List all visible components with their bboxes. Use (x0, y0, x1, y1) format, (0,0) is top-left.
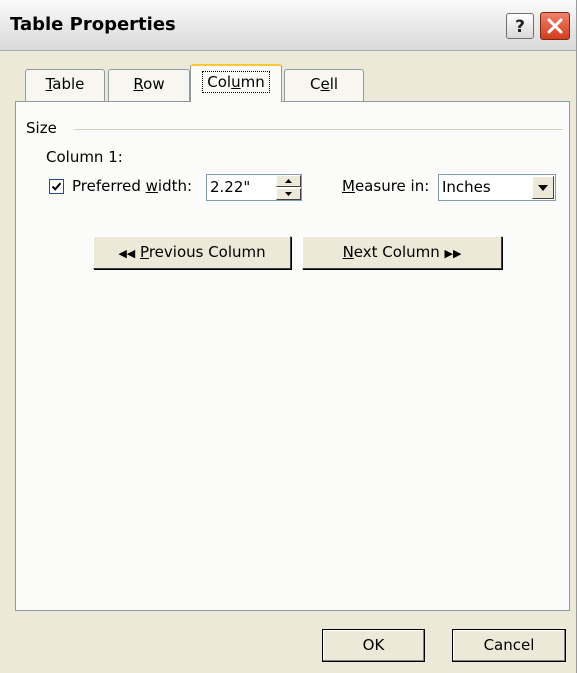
next-column-label: Next Column (342, 243, 440, 261)
previous-column-button[interactable]: ◀◀ Previous Column (93, 236, 291, 269)
tab-cell-mnemonic: e (320, 75, 330, 93)
tab-column-label-b: mn (240, 73, 265, 91)
preferred-width-input[interactable]: 2.22" (206, 174, 302, 201)
window-title: Table Properties (10, 14, 176, 35)
size-group-label: Size (26, 119, 57, 137)
question-mark-icon: ? (515, 17, 525, 37)
measure-in-value: Inches (442, 178, 491, 196)
title-bar[interactable]: Table Properties ? (0, 0, 577, 51)
help-button[interactable]: ? (506, 13, 534, 39)
tab-column-mnemonic: u (231, 73, 241, 91)
previous-column-label: Previous Column (140, 243, 266, 261)
measure-in-dropdown[interactable]: Inches (438, 174, 556, 201)
preferred-width-label: Preferred width: (72, 177, 193, 195)
tab-column-label-a: Col (207, 73, 232, 91)
double-left-arrow-icon: ◀◀ (118, 247, 136, 260)
cancel-button[interactable]: Cancel (452, 629, 566, 662)
spin-up-button[interactable] (276, 175, 301, 187)
tab-cell-label-b: ll (329, 75, 339, 93)
dropdown-arrow-button[interactable] (532, 176, 554, 199)
preferred-width-checkbox[interactable] (49, 179, 64, 194)
column-number-label: Column 1: (46, 148, 123, 166)
arrow-up-icon (285, 179, 292, 183)
tab-column[interactable]: Column (190, 64, 282, 102)
measure-in-label: Measure in: (342, 177, 430, 195)
group-divider (74, 129, 563, 130)
close-icon (547, 18, 563, 34)
tab-cell-label-a: C (309, 75, 321, 93)
tab-cell[interactable]: Cell (284, 69, 364, 101)
ok-button[interactable]: OK (322, 629, 425, 662)
preferred-width-value: 2.22" (210, 178, 251, 196)
tab-table-label: able (52, 75, 85, 93)
close-button[interactable] (540, 12, 570, 40)
column-tab-panel: Size Column 1: Preferred width: 2.22" Me… (15, 101, 570, 611)
chevron-down-icon (538, 185, 548, 191)
arrow-down-icon (285, 192, 292, 196)
tab-table[interactable]: Table (25, 69, 105, 101)
tab-row-mnemonic: R (133, 75, 144, 93)
spin-down-button[interactable] (276, 188, 301, 200)
checkmark-icon (51, 182, 62, 191)
double-right-arrow-icon: ▶▶ (444, 247, 462, 260)
tab-row-label: ow (143, 75, 165, 93)
tab-row[interactable]: Row (108, 69, 190, 101)
next-column-button[interactable]: Next Column ▶▶ (302, 236, 502, 269)
